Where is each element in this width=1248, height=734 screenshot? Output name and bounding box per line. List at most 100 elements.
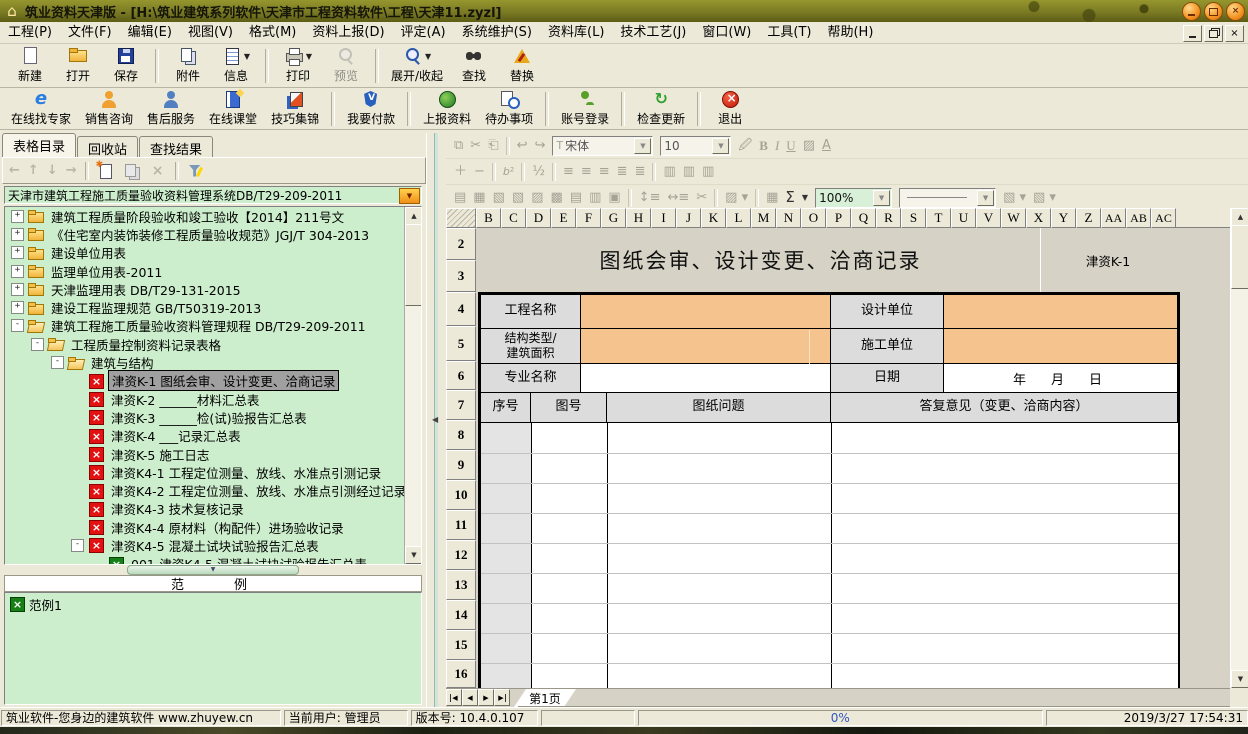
toolbar-button-globe[interactable]: 上报资料 [416,88,478,130]
tree-item[interactable]: 津资K-1 图纸会审、设计变更、洽商记录 [5,372,421,390]
row-header[interactable]: 11 [446,510,476,540]
field-input-structure-type[interactable] [581,329,831,364]
menu-item[interactable]: 资料库(L) [540,22,612,44]
column-header[interactable]: AC [1151,208,1176,228]
tree-item[interactable]: 津资K4-3 技术复核记录 [5,500,421,518]
scroll-up-icon[interactable]: ▲ [405,207,422,225]
align-center-icon[interactable]: ≡ [581,165,592,178]
column-header[interactable]: Y [1051,208,1076,228]
col-width-icon[interactable]: ↔≡ [667,191,689,204]
column-header[interactable]: N [776,208,801,228]
tab-recycle[interactable]: 回收站 [77,136,138,157]
font-color-icon[interactable]: A [822,139,831,152]
column-header[interactable]: W [1001,208,1026,228]
remove-row-icon[interactable]: − [474,165,485,178]
row-header[interactable]: 4 [446,292,476,326]
row-header[interactable]: 7 [446,390,476,420]
add-row-icon[interactable]: ＋ [454,165,467,178]
column-header[interactable]: M [751,208,776,228]
menu-item[interactable]: 帮助(H) [819,22,881,44]
align-left-icon[interactable]: ≡ [563,165,574,178]
column-header[interactable]: AB [1126,208,1151,228]
tree-item[interactable]: +监理单位用表-2011 [5,262,421,280]
tree-item[interactable]: -津资K4-5 混凝土试块试验报告汇总表 [5,536,421,554]
zoom-combo[interactable]: 100%▼ [815,188,892,208]
dropdown-arrow-icon[interactable]: ▼ [425,52,431,61]
expand-icon[interactable]: + [11,228,24,241]
dropdown-arrow-icon[interactable]: ▼ [399,188,420,204]
toolbar-button-update[interactable]: ↻检查更新 [630,88,692,130]
column-header[interactable]: T [926,208,951,228]
toolbar-button-expand[interactable]: ▼展开/收起 [384,45,450,87]
tab-catalog[interactable]: 表格目录 [2,133,76,157]
maximize-button[interactable] [1204,2,1223,21]
child-close-button[interactable]: × [1225,25,1244,42]
align-right-icon[interactable]: ≡ [599,165,610,178]
menu-item[interactable]: 窗口(W) [694,22,759,44]
toolbar-button-replace[interactable]: 替换 [498,45,546,87]
child-minimize-button[interactable] [1183,25,1202,42]
menu-item[interactable]: 工程(P) [0,22,60,44]
lock-cell-icon[interactable]: ▣ [608,191,620,204]
row-header[interactable]: 12 [446,540,476,570]
tree-item[interactable]: 津资K-3 ______检(试)验报告汇总表 [5,408,421,426]
fraction-icon[interactable]: ½ [532,165,545,178]
sheet-canvas[interactable]: 图纸会审、设计变更、洽商记录 津资K-1 工程名称 设计单位 结构类型/ 建筑面… [476,228,1230,688]
column-header[interactable]: X [1026,208,1051,228]
delete-table-icon[interactable]: ▦ [473,191,485,204]
toolbar-button-preview[interactable]: 预览 [322,45,370,87]
merge-cells-icon[interactable]: ▧ [493,191,505,204]
minimize-button[interactable] [1182,2,1201,21]
close-button[interactable]: × [1226,2,1245,21]
menu-item[interactable]: 工具(T) [759,22,819,44]
dropdown-arrow-icon[interactable]: ▼ [306,52,312,61]
scroll-down-icon[interactable]: ▼ [405,546,422,564]
expand-icon[interactable]: + [11,283,24,296]
cell-format-icon[interactable]: ▤ [570,191,582,204]
sum-icon[interactable]: Σ [785,190,794,205]
toolbar-button-open[interactable]: 打开 [54,45,102,87]
undo-icon[interactable]: ↩ [517,139,528,152]
menu-item[interactable]: 视图(V) [180,22,241,44]
redo-icon[interactable]: ↪ [535,139,546,152]
column-header[interactable]: B [476,208,501,228]
menu-item[interactable]: 格式(M) [241,22,304,44]
valign-bottom-icon[interactable]: ▥ [702,165,714,178]
row-header[interactable]: 15 [446,630,476,660]
prev-sheet-icon[interactable]: ◀ [462,689,478,706]
toolbar-button-save[interactable]: 保存 [102,45,150,87]
column-header[interactable]: D [526,208,551,228]
tree-item[interactable]: +《住宅室内装饰装修工程质量验收规范》JGJ/T 304-2013 [5,225,421,243]
toolbar-button-exit[interactable]: 退出 [706,88,754,130]
delete-form-icon[interactable]: × [149,163,167,179]
field-input-design-unit[interactable] [944,295,1178,329]
collapse-icon[interactable]: - [71,539,84,552]
insert-table-icon[interactable]: ▤ [454,191,466,204]
fill-color-icon[interactable]: ▨ [803,139,815,152]
cut-icon[interactable]: ✂ [470,139,481,152]
tree-item[interactable]: 001-津资K4-5 混凝土试块试验报告汇总表 [5,555,421,565]
expand-icon[interactable]: + [11,265,24,278]
valign-middle-icon[interactable]: ▥ [683,165,695,178]
column-header[interactable]: V [976,208,1001,228]
column-header[interactable]: R [876,208,901,228]
menu-item[interactable]: 评定(A) [393,22,454,44]
splitter-collapse-icon[interactable]: ◀ [432,415,438,424]
collapse-icon[interactable]: - [11,319,24,332]
row-header[interactable]: 3 [446,260,476,292]
tree-item[interactable]: +建设工程监理规范 GB/T50319-2013 [5,298,421,316]
field-input-construction-unit[interactable] [944,329,1178,364]
row-height-icon[interactable]: ↕≡ [639,191,661,204]
scrollbar-thumb[interactable] [405,224,422,306]
scrollbar-thumb[interactable] [1231,225,1248,289]
tree-item[interactable]: 津资K4-4 原材料（构配件）进场验收记录 [5,518,421,536]
field-input-specialty-name[interactable] [581,364,831,393]
insert-column-icon[interactable]: ▩ [550,191,562,204]
expand-icon[interactable]: + [11,301,24,314]
toolbar-button-person-blue[interactable]: 售后服务 [140,88,202,130]
border-color-picker-icon[interactable]: ▧ ▾ [1003,191,1026,204]
column-header[interactable]: F [576,208,601,228]
column-header[interactable]: AA [1101,208,1126,228]
expand-icon[interactable]: + [11,246,24,259]
collapse-icon[interactable]: - [31,338,44,351]
